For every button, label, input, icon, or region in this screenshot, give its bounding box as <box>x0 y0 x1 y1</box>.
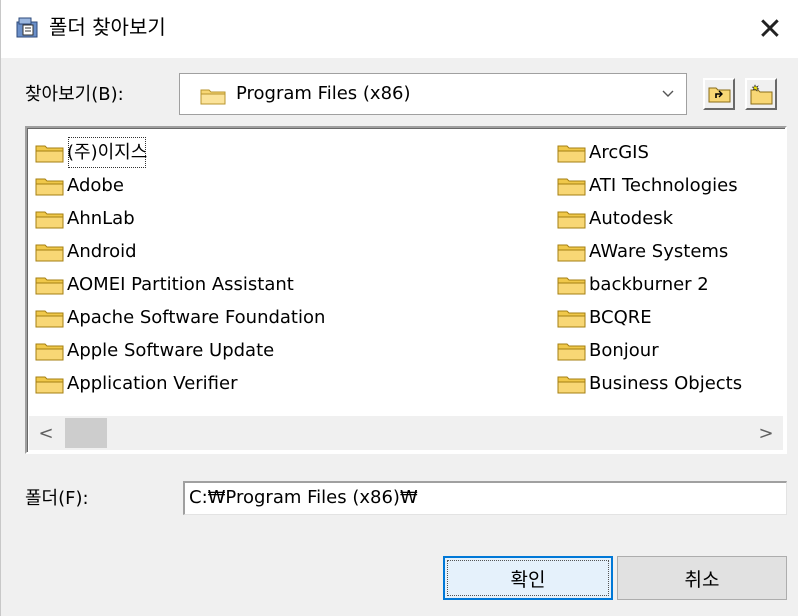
folder-icon <box>557 211 586 228</box>
list-item[interactable]: BCQRE <box>557 301 742 334</box>
folder-list[interactable]: (주)이지스 Adobe AhnLab Android AOMEI Partit… <box>25 126 787 454</box>
folder-icon <box>557 277 586 294</box>
folder-icon <box>557 376 586 393</box>
folder-name: Apache Software Foundation <box>67 307 326 328</box>
folder-name: ArcGIS <box>589 142 649 163</box>
folder-name: Adobe <box>67 175 124 196</box>
folder-icon <box>35 211 64 228</box>
list-item[interactable]: backburner 2 <box>557 268 742 301</box>
up-one-level-button[interactable] <box>703 78 735 110</box>
folder-icon <box>557 310 586 327</box>
browse-folder-dialog: 폴더 찾아보기 ✕ 찾아보기(B): Program Files (x86) (… <box>0 0 798 616</box>
folder-browse-icon <box>16 17 38 38</box>
chevron-down-icon[interactable] <box>662 87 674 99</box>
folder-name: Bonjour <box>589 340 659 361</box>
folder-name: AWare Systems <box>589 241 729 262</box>
list-item[interactable]: Application Verifier <box>35 367 325 400</box>
horizontal-scrollbar[interactable]: < > <box>29 416 783 450</box>
look-in-dropdown[interactable]: Program Files (x86) <box>179 73 687 115</box>
folder-name: Autodesk <box>589 208 674 229</box>
window-title: 폴더 찾아보기 <box>49 15 166 39</box>
folder-name: BCQRE <box>589 307 652 328</box>
folder-icon <box>557 145 586 162</box>
folder-name: backburner 2 <box>589 274 709 295</box>
look-in-value: Program Files (x86) <box>236 83 411 104</box>
folder-icon <box>557 244 586 261</box>
scroll-right-button[interactable]: > <box>749 416 783 450</box>
close-icon: ✕ <box>757 11 783 47</box>
up-one-level-icon <box>708 87 731 103</box>
list-item[interactable]: (주)이지스 <box>35 136 325 169</box>
scroll-thumb[interactable] <box>65 418 107 448</box>
look-in-label: 찾아보기(B): <box>25 84 124 105</box>
folder-icon <box>35 376 64 393</box>
list-item[interactable]: AOMEI Partition Assistant <box>35 268 325 301</box>
folder-name: Android <box>67 241 137 262</box>
folder-icon <box>35 310 64 327</box>
new-folder-icon <box>750 84 773 105</box>
folder-path-input[interactable]: C:₩Program Files (x86)₩ <box>183 481 787 515</box>
folder-icon <box>35 145 64 162</box>
folder-name: Apple Software Update <box>67 340 275 361</box>
folder-name: AOMEI Partition Assistant <box>67 274 294 295</box>
list-item[interactable]: ATI Technologies <box>557 169 742 202</box>
list-item[interactable]: AWare Systems <box>557 235 742 268</box>
folder-field-label: 폴더(F): <box>25 488 89 509</box>
chevron-left-icon: < <box>38 422 54 444</box>
close-button[interactable]: ✕ <box>741 0 798 58</box>
folder-name: Application Verifier <box>67 373 238 394</box>
title-bar[interactable]: 폴더 찾아보기 ✕ <box>1 0 798 58</box>
ok-button[interactable]: 확인 <box>443 556 613 600</box>
focus-rect <box>447 560 609 596</box>
folder-icon <box>35 178 64 195</box>
folder-name: AhnLab <box>67 208 135 229</box>
folder-icon <box>35 277 64 294</box>
folder-icon <box>557 178 586 195</box>
scroll-left-button[interactable]: < <box>29 416 63 450</box>
cancel-button[interactable]: 취소 <box>617 556 787 600</box>
list-item[interactable]: Android <box>35 235 325 268</box>
list-item[interactable]: Apple Software Update <box>35 334 325 367</box>
list-item[interactable]: ArcGIS <box>557 136 742 169</box>
list-item[interactable]: AhnLab <box>35 202 325 235</box>
folder-name: ATI Technologies <box>589 175 738 196</box>
list-item[interactable]: Business Objects <box>557 367 742 400</box>
folder-name: Business Objects <box>589 373 743 394</box>
folder-icon <box>200 89 226 105</box>
folder-icon <box>35 343 64 360</box>
new-folder-button[interactable] <box>745 78 777 110</box>
list-item[interactable]: Apache Software Foundation <box>35 301 325 334</box>
folder-list-left-column: (주)이지스 Adobe AhnLab Android AOMEI Partit… <box>35 136 325 400</box>
cancel-button-label: 취소 <box>684 568 720 591</box>
folder-icon <box>557 343 586 360</box>
folder-icon <box>35 244 64 261</box>
folder-name: (주)이지스 <box>67 136 147 169</box>
list-item[interactable]: Adobe <box>35 169 325 202</box>
list-item[interactable]: Autodesk <box>557 202 742 235</box>
folder-list-right-column: ArcGIS ATI Technologies Autodesk AWare S… <box>557 136 742 400</box>
list-item[interactable]: Bonjour <box>557 334 742 367</box>
chevron-right-icon: > <box>758 422 774 444</box>
